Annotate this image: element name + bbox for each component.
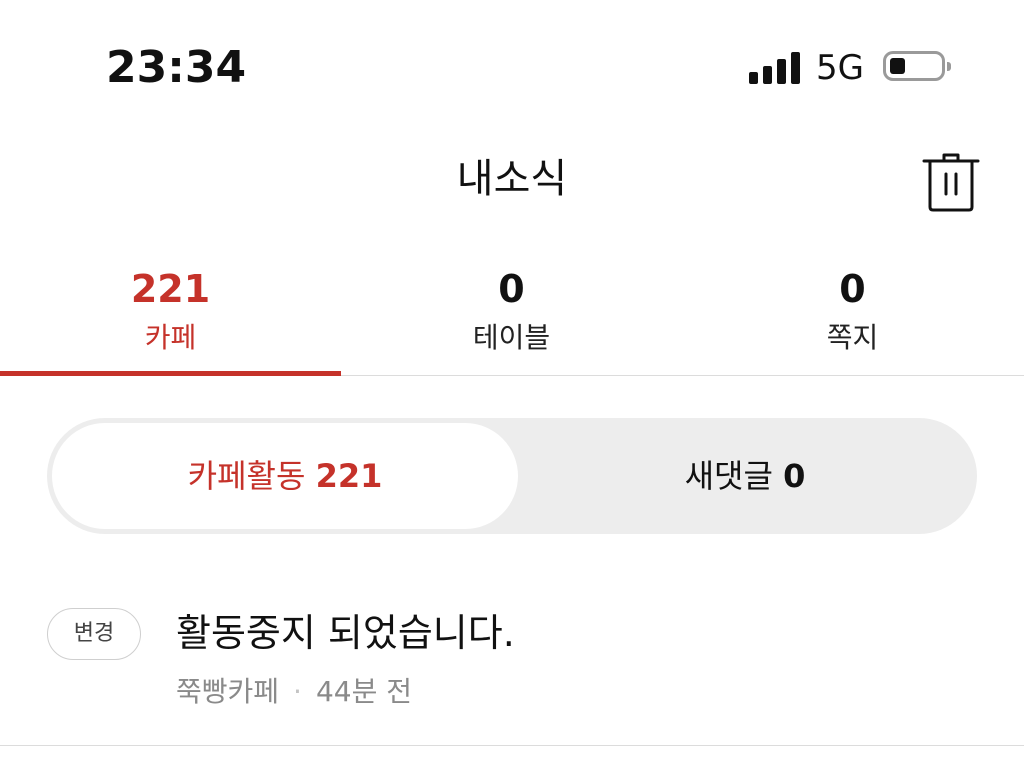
network-type: 5G bbox=[816, 48, 864, 88]
notification-tabs: 221 카페 0 테이블 0 쪽지 bbox=[0, 258, 1024, 376]
cellular-signal-icon bbox=[749, 50, 801, 84]
tab-table[interactable]: 0 테이블 bbox=[341, 258, 682, 376]
tab-cafe-label: 카페 bbox=[144, 321, 197, 354]
battery-icon bbox=[883, 51, 951, 81]
notification-item[interactable]: 변경 활동중지 되었습니다. 쭉빵카페 · 44분 전 bbox=[0, 578, 1024, 746]
segment-new-comments-count: 0 bbox=[783, 457, 806, 495]
tab-message-count: 0 bbox=[839, 267, 866, 311]
tab-table-label: 테이블 bbox=[472, 321, 551, 354]
segment-new-comments[interactable]: 새댓글 0 bbox=[518, 423, 972, 529]
active-tab-indicator bbox=[0, 371, 341, 376]
separator-dot: · bbox=[293, 675, 302, 708]
notification-time: 44분 전 bbox=[315, 675, 413, 708]
page-title: 내소식 bbox=[456, 156, 568, 202]
notification-source: 쭉빵카페 bbox=[176, 675, 280, 708]
tab-message-label: 쪽지 bbox=[826, 321, 879, 354]
tab-message[interactable]: 0 쪽지 bbox=[682, 258, 1023, 376]
notification-title: 활동중지 되었습니다. bbox=[176, 611, 515, 655]
activity-segment-control: 카페활동 221 새댓글 0 bbox=[47, 418, 977, 534]
segment-cafe-activity-count: 221 bbox=[315, 457, 383, 495]
segment-cafe-activity-label: 카페활동 bbox=[187, 457, 306, 495]
segment-cafe-activity[interactable]: 카페활동 221 bbox=[52, 423, 518, 529]
notification-meta: 쭉빵카페 · 44분 전 bbox=[176, 674, 412, 710]
battery-level bbox=[890, 58, 905, 74]
status-time: 23:34 bbox=[106, 42, 247, 93]
change-badge: 변경 bbox=[47, 608, 141, 660]
trash-button[interactable] bbox=[918, 150, 984, 216]
tab-cafe[interactable]: 221 카페 bbox=[0, 258, 341, 376]
tab-table-count: 0 bbox=[498, 267, 525, 311]
tab-cafe-count: 221 bbox=[130, 267, 211, 311]
segment-new-comments-label: 새댓글 bbox=[684, 457, 773, 495]
status-bar: 23:34 5G bbox=[0, 0, 1024, 130]
header: 내소식 bbox=[0, 130, 1024, 230]
trash-icon bbox=[922, 153, 980, 212]
